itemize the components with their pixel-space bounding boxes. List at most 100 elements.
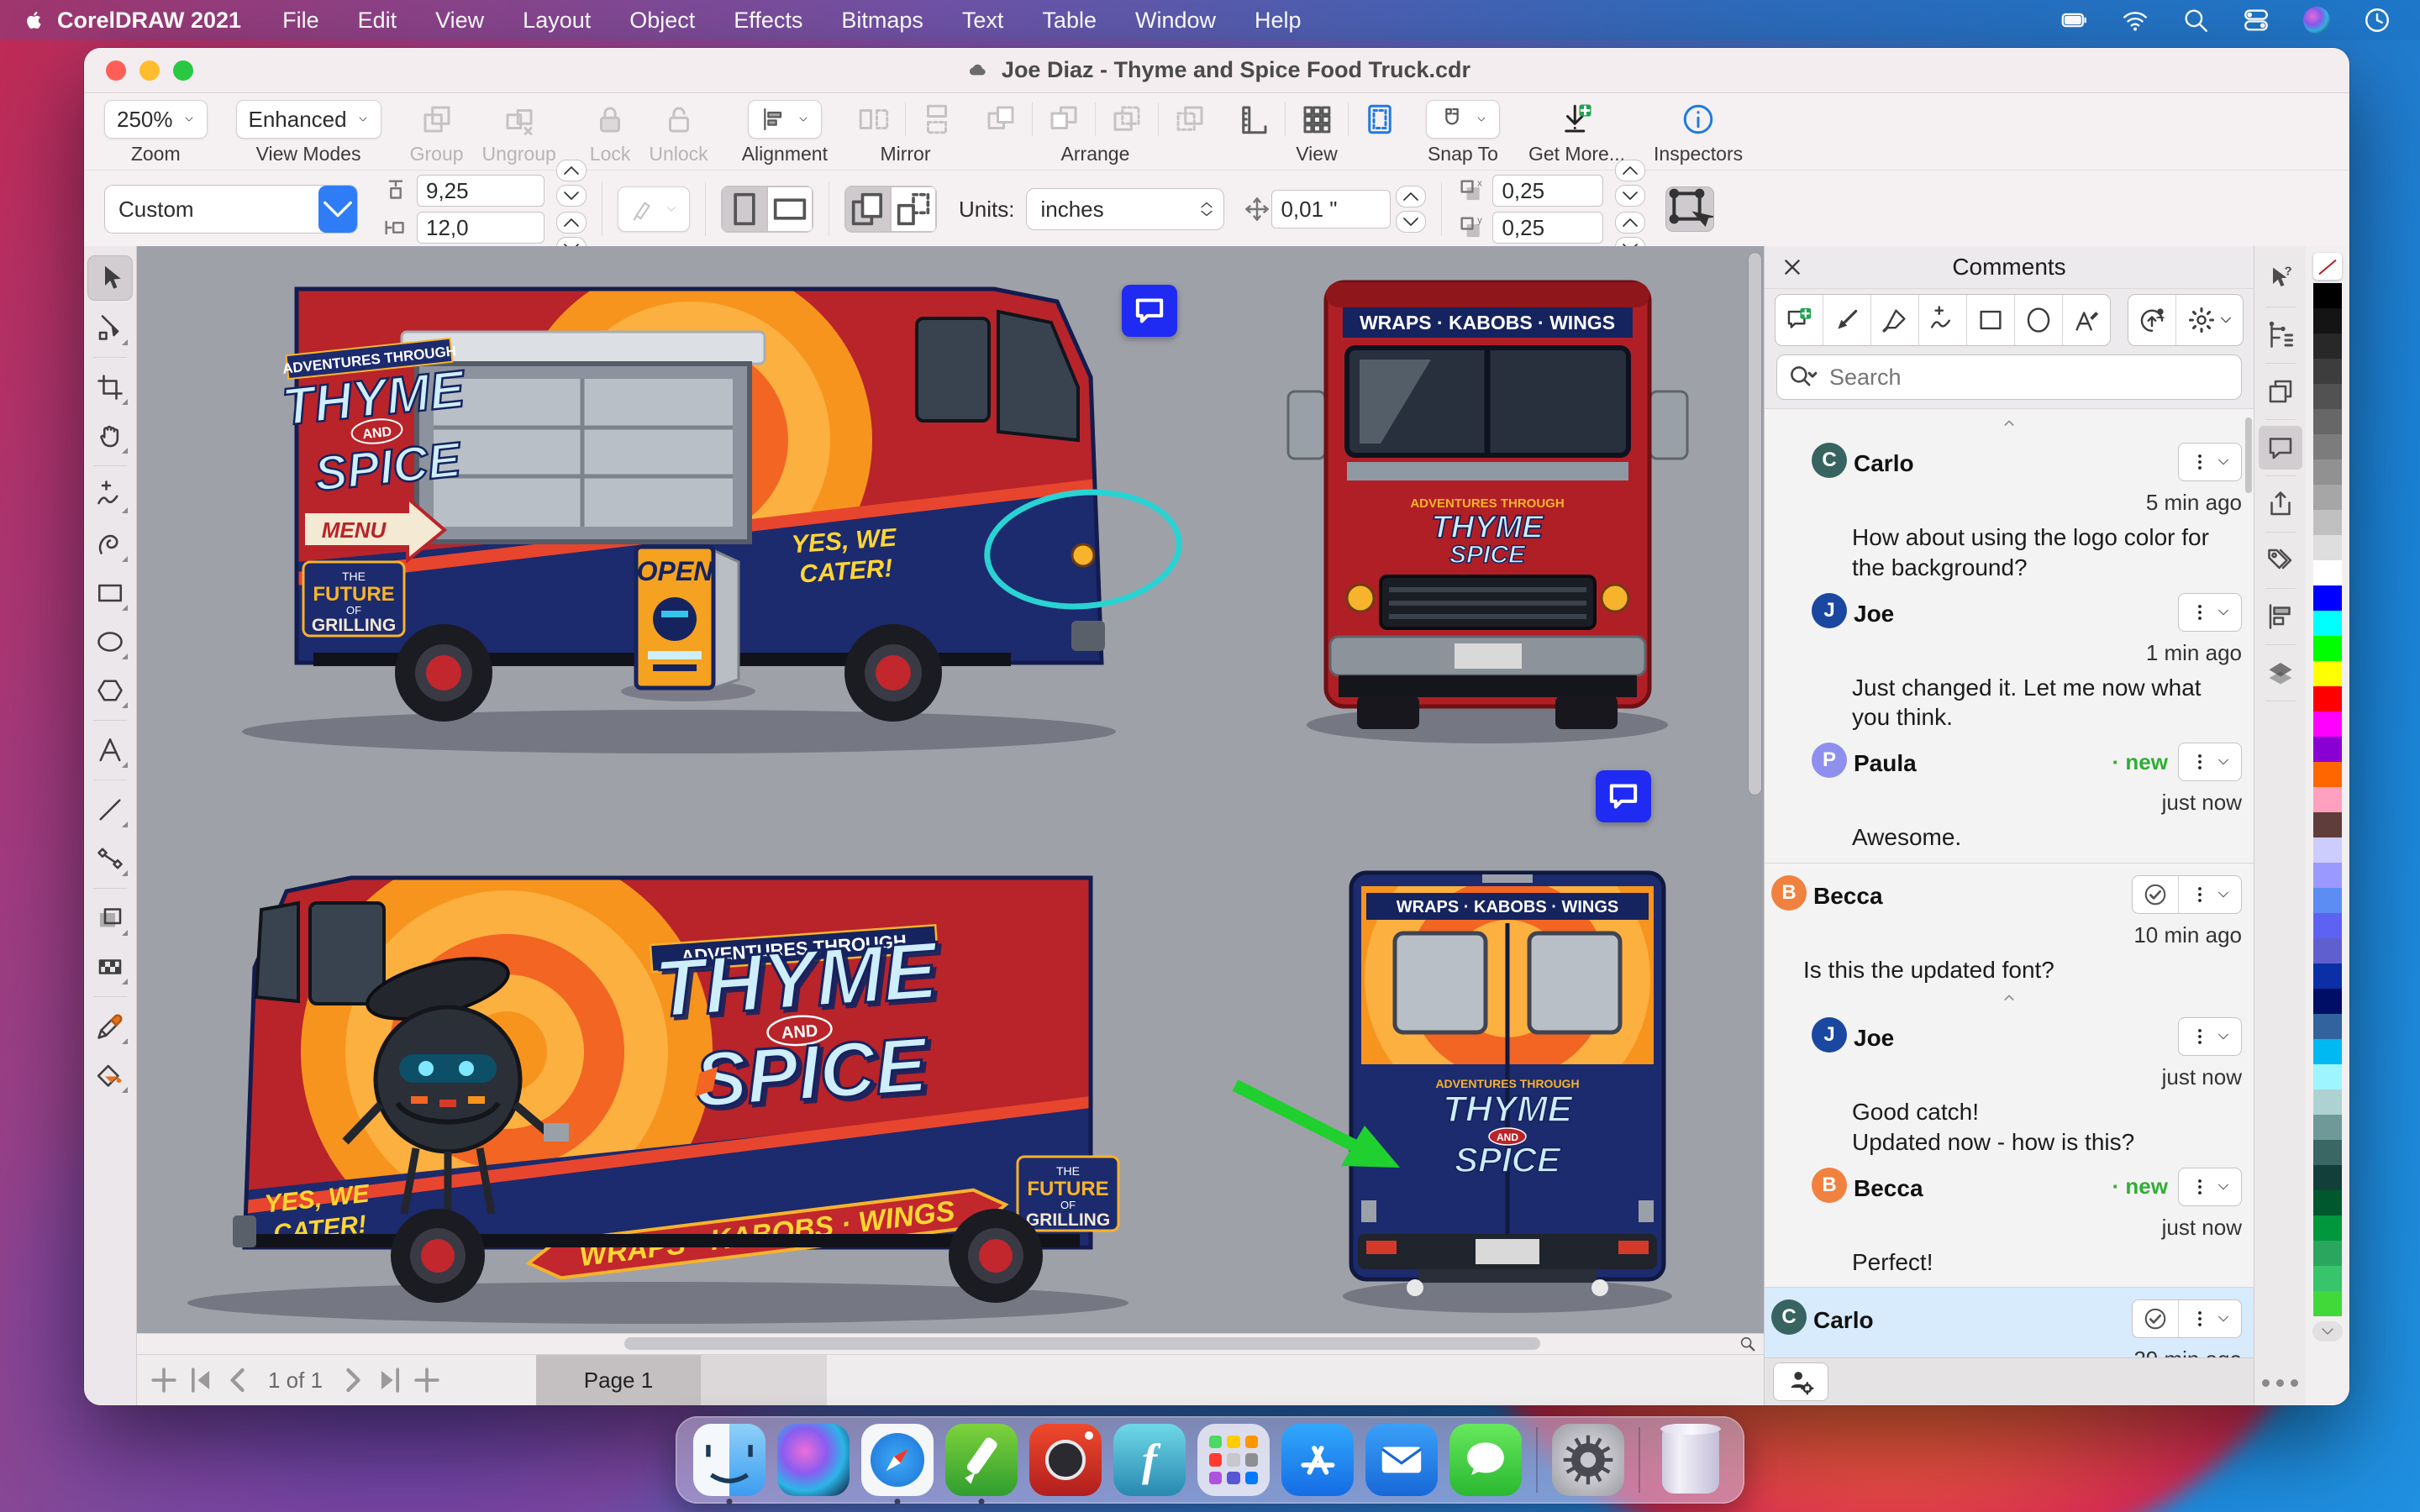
battery-icon[interactable] [2060, 6, 2089, 34]
backward-one-button[interactable] [1109, 102, 1144, 137]
comment-options-button[interactable] [2179, 1300, 2241, 1337]
color-swatch[interactable] [2313, 636, 2342, 661]
rectangle-tool[interactable] [88, 571, 132, 615]
menu-item-table[interactable]: Table [1023, 8, 1116, 34]
color-swatch[interactable] [2313, 1190, 2342, 1215]
freehand-tool[interactable] [88, 474, 132, 517]
color-swatch[interactable] [2313, 1039, 2342, 1064]
color-swatch[interactable] [2313, 661, 2342, 686]
add-page-button-left[interactable] [145, 1362, 182, 1399]
menu-item-help[interactable]: Help [1235, 8, 1321, 34]
pattern-tool[interactable] [88, 945, 132, 989]
last-page-button[interactable] [371, 1362, 408, 1399]
add-comment-button[interactable] [1776, 295, 1824, 345]
add-page-button[interactable] [408, 1362, 445, 1399]
height-step-up[interactable] [556, 212, 587, 234]
color-swatch[interactable] [2313, 913, 2342, 938]
menu-item-edit[interactable]: Edit [339, 8, 417, 34]
rulers-button[interactable] [1236, 102, 1271, 137]
comment-options-button[interactable] [2179, 1018, 2241, 1055]
search-input[interactable] [1828, 363, 2231, 391]
dock-corel-capture-icon[interactable] [1029, 1424, 1102, 1496]
shape-tool[interactable] [88, 306, 132, 349]
dock-corel-font-manager-icon[interactable]: f [1113, 1424, 1186, 1496]
more-inspectors-dots[interactable] [2262, 1379, 2298, 1387]
color-swatch[interactable] [2313, 686, 2342, 711]
dock-finder-icon[interactable] [693, 1424, 765, 1496]
comment-marker[interactable] [1596, 770, 1651, 822]
minimize-window-button[interactable] [139, 60, 160, 81]
annotation-settings-button[interactable] [2176, 295, 2243, 345]
color-swatch[interactable] [2313, 812, 2342, 837]
page-preset-select[interactable]: Custom [104, 185, 358, 234]
color-swatch[interactable] [2313, 787, 2342, 812]
get-more-button[interactable] [1559, 102, 1594, 137]
color-swatch[interactable] [2313, 837, 2342, 863]
mirror-vertical-button[interactable] [919, 102, 955, 137]
unlock-button[interactable] [661, 102, 697, 137]
comment-options-button[interactable] [2179, 594, 2241, 631]
artistic-media-tool[interactable] [88, 522, 132, 566]
color-swatch[interactable] [2313, 737, 2342, 762]
treat-as-filled-button[interactable] [1665, 186, 1715, 232]
inspector-objects-icon[interactable] [2259, 595, 2302, 638]
zoom-window-button[interactable] [173, 60, 193, 81]
color-swatch[interactable] [2313, 283, 2342, 308]
color-swatch[interactable] [2313, 459, 2342, 485]
color-swatch[interactable] [2313, 560, 2342, 585]
nudge-distance-field[interactable]: 0,01 " [1271, 190, 1392, 228]
color-swatch[interactable] [2313, 863, 2342, 888]
pick-tool[interactable] [87, 255, 133, 301]
view-mode-select[interactable]: Enhanced [235, 100, 381, 139]
menu-item-view[interactable]: View [416, 8, 503, 34]
palette-expand-button[interactable] [2312, 1321, 2343, 1341]
color-swatch[interactable] [2313, 989, 2342, 1014]
menu-item-object[interactable]: Object [610, 8, 714, 34]
comment-thread[interactable]: B Becca 10 min ago Is this the updated font… [1765, 864, 2254, 1289]
to-back-button[interactable] [1172, 102, 1207, 137]
inspector-export-icon[interactable] [2259, 482, 2302, 526]
menu-item-text[interactable]: Text [943, 8, 1023, 34]
color-swatch[interactable] [2313, 611, 2342, 636]
page-tab[interactable]: Page 1 [536, 1355, 701, 1405]
comment-options-button[interactable] [2179, 444, 2241, 480]
resolve-button[interactable] [2133, 1300, 2179, 1338]
color-swatch[interactable] [2313, 938, 2342, 963]
drop-shadow-tool[interactable] [88, 896, 132, 940]
draw-arrow-button[interactable] [1823, 295, 1872, 345]
first-page-button[interactable] [182, 1362, 219, 1399]
color-swatch[interactable] [2313, 963, 2342, 989]
dock-trash-icon[interactable] [1655, 1424, 1727, 1496]
width-step-up[interactable] [556, 160, 587, 181]
color-swatch[interactable] [2313, 308, 2342, 333]
landscape-button[interactable] [767, 186, 813, 232]
color-swatch[interactable] [2313, 1089, 2342, 1115]
color-swatch[interactable] [2313, 333, 2342, 359]
mirror-horizontal-button[interactable] [856, 102, 892, 137]
wifi-icon[interactable] [2121, 6, 2149, 34]
resolve-button[interactable] [2133, 876, 2179, 914]
text-note-button[interactable] [2063, 295, 2110, 345]
grid-button[interactable] [1299, 102, 1334, 137]
siri-icon[interactable] [2302, 6, 2331, 34]
color-swatch[interactable] [2313, 1266, 2342, 1291]
inspector-tags-icon[interactable] [2259, 538, 2302, 582]
spotlight-icon[interactable] [2181, 6, 2210, 34]
color-swatch[interactable] [2313, 585, 2342, 611]
text-tool[interactable] [88, 728, 132, 772]
previous-page-button[interactable] [219, 1362, 256, 1399]
dupx-step-up[interactable] [1615, 160, 1646, 181]
control-center-icon[interactable] [2242, 6, 2270, 34]
dock-app-store-icon[interactable] [1281, 1424, 1354, 1496]
color-swatch[interactable] [2313, 1291, 2342, 1316]
freehand-note-button[interactable] [1919, 295, 1968, 345]
dupy-step-up[interactable] [1615, 212, 1646, 234]
color-swatch[interactable] [2313, 1064, 2342, 1089]
clock-icon[interactable] [2363, 6, 2391, 34]
close-panel-icon[interactable] [1773, 248, 1812, 286]
dock-safari-icon[interactable] [861, 1424, 934, 1496]
color-swatch[interactable] [2313, 888, 2342, 913]
color-swatch[interactable] [2313, 434, 2342, 459]
comment-options-button[interactable] [2179, 743, 2241, 780]
color-swatch[interactable] [2313, 485, 2342, 510]
